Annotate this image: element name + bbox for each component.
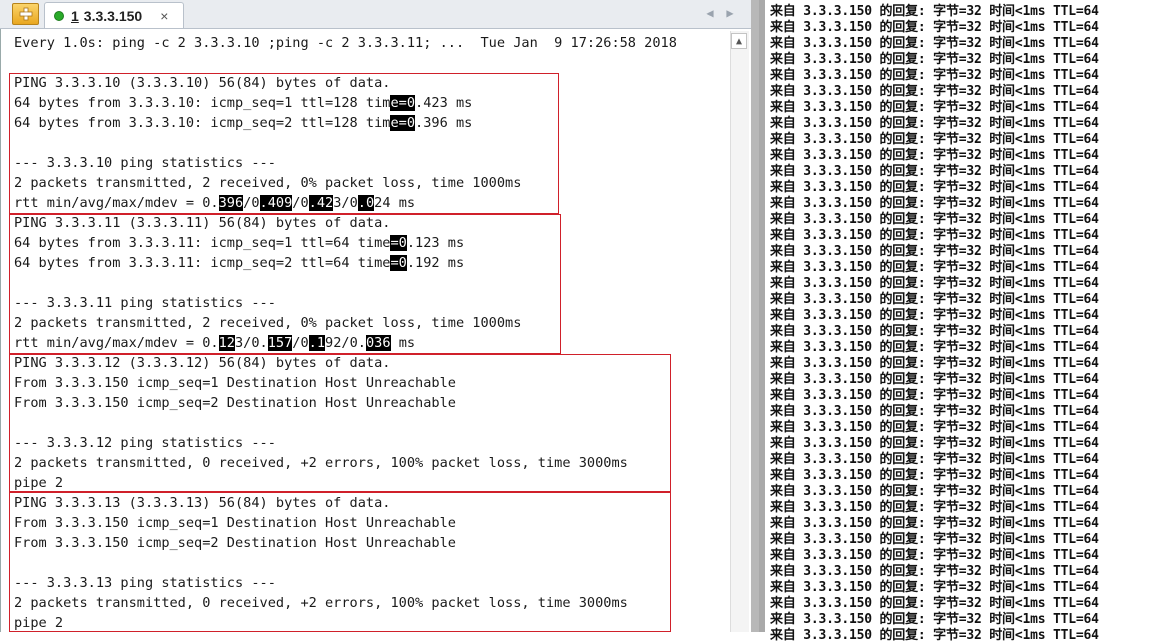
terminal-window: 1 3.3.3.150 × ◀ ▶ ▲ Every 1.0s: ping -c … <box>0 0 752 632</box>
close-icon[interactable]: × <box>160 8 168 24</box>
console-reply-line: 来自 3.3.3.150 的回复: 字节=32 时间<1ms TTL=64 <box>770 132 1099 147</box>
console-reply-line: 来自 3.3.3.150 的回复: 字节=32 时间<1ms TTL=64 <box>770 500 1099 515</box>
console-reply-line: 来自 3.3.3.150 的回复: 字节=32 时间<1ms TTL=64 <box>770 340 1099 355</box>
console-reply-line: 来自 3.3.3.150 的回复: 字节=32 时间<1ms TTL=64 <box>770 308 1099 323</box>
console-reply-line: 来自 3.3.3.150 的回复: 字节=32 时间<1ms TTL=64 <box>770 484 1099 499</box>
console-reply-line: 来自 3.3.3.150 的回复: 字节=32 时间<1ms TTL=64 <box>770 148 1099 163</box>
highlight-box-3-3-3-12 <box>9 354 671 492</box>
highlight-box-3-3-3-10 <box>9 73 559 214</box>
new-tab-button[interactable] <box>12 3 39 25</box>
console-reply-line: 来自 3.3.3.150 的回复: 字节=32 时间<1ms TTL=64 <box>770 420 1099 435</box>
console-reply-line: 来自 3.3.3.150 的回复: 字节=32 时间<1ms TTL=64 <box>770 404 1099 419</box>
watch-header: Every 1.0s: ping -c 2 3.3.3.10 ;ping -c … <box>14 35 677 51</box>
tab-session[interactable]: 1 3.3.3.150 × <box>44 2 184 28</box>
highlight-box-3-3-3-13 <box>9 492 671 632</box>
pane-divider[interactable] <box>751 0 759 632</box>
console-reply-line: 来自 3.3.3.150 的回复: 字节=32 时间<1ms TTL=64 <box>770 612 1099 627</box>
console-reply-line: 来自 3.3.3.150 的回复: 字节=32 时间<1ms TTL=64 <box>770 68 1099 83</box>
connection-status-icon <box>54 10 64 21</box>
console-reply-line: 来自 3.3.3.150 的回复: 字节=32 时间<1ms TTL=64 <box>770 4 1099 19</box>
console-reply-line: 来自 3.3.3.150 的回复: 字节=32 时间<1ms TTL=64 <box>770 276 1099 291</box>
scroll-up-icon[interactable]: ▲ <box>731 33 747 49</box>
console-reply-line: 来自 3.3.3.150 的回复: 字节=32 时间<1ms TTL=64 <box>770 628 1099 643</box>
console-reply-line: 来自 3.3.3.150 的回复: 字节=32 时间<1ms TTL=64 <box>770 548 1099 563</box>
console-reply-line: 来自 3.3.3.150 的回复: 字节=32 时间<1ms TTL=64 <box>770 516 1099 531</box>
console-reply-line: 来自 3.3.3.150 的回复: 字节=32 时间<1ms TTL=64 <box>770 596 1099 611</box>
console-scrollbar[interactable] <box>759 0 765 632</box>
console-reply-line: 来自 3.3.3.150 的回复: 字节=32 时间<1ms TTL=64 <box>770 468 1099 483</box>
console-reply-line: 来自 3.3.3.150 的回复: 字节=32 时间<1ms TTL=64 <box>770 436 1099 451</box>
console-reply-line: 来自 3.3.3.150 的回复: 字节=32 时间<1ms TTL=64 <box>770 180 1099 195</box>
console-reply-line: 来自 3.3.3.150 的回复: 字节=32 时间<1ms TTL=64 <box>770 532 1099 547</box>
tab-scroll-buttons: ◀ ▶ <box>700 3 740 23</box>
console-reply-line: 来自 3.3.3.150 的回复: 字节=32 时间<1ms TTL=64 <box>770 52 1099 67</box>
console-reply-line: 来自 3.3.3.150 的回复: 字节=32 时间<1ms TTL=64 <box>770 20 1099 35</box>
highlight-box-3-3-3-11 <box>9 214 561 354</box>
console-reply-line: 来自 3.3.3.150 的回复: 字节=32 时间<1ms TTL=64 <box>770 36 1099 51</box>
tab-title: 3.3.3.150 <box>83 7 143 24</box>
tab-scroll-left-icon[interactable]: ◀ <box>706 6 713 20</box>
console-reply-line: 来自 3.3.3.150 的回复: 字节=32 时间<1ms TTL=64 <box>770 84 1099 99</box>
console-reply-line: 来自 3.3.3.150 的回复: 字节=32 时间<1ms TTL=64 <box>770 164 1099 179</box>
console-reply-line: 来自 3.3.3.150 的回复: 字节=32 时间<1ms TTL=64 <box>770 100 1099 115</box>
console-reply-line: 来自 3.3.3.150 的回复: 字节=32 时间<1ms TTL=64 <box>770 116 1099 131</box>
console-reply-line: 来自 3.3.3.150 的回复: 字节=32 时间<1ms TTL=64 <box>770 212 1099 227</box>
plus-icon <box>19 7 32 21</box>
console-reply-line: 来自 3.3.3.150 的回复: 字节=32 时间<1ms TTL=64 <box>770 196 1099 211</box>
console-reply-line: 来自 3.3.3.150 的回复: 字节=32 时间<1ms TTL=64 <box>770 324 1099 339</box>
console-reply-line: 来自 3.3.3.150 的回复: 字节=32 时间<1ms TTL=64 <box>770 564 1099 579</box>
console-reply-line: 来自 3.3.3.150 的回复: 字节=32 时间<1ms TTL=64 <box>770 580 1099 595</box>
console-reply-line: 来自 3.3.3.150 的回复: 字节=32 时间<1ms TTL=64 <box>770 372 1099 387</box>
console-reply-line: 来自 3.3.3.150 的回复: 字节=32 时间<1ms TTL=64 <box>770 260 1099 275</box>
tab-bar: 1 3.3.3.150 × ◀ ▶ <box>0 0 751 29</box>
terminal-scrollbar[interactable] <box>730 31 749 632</box>
console-reply-line: 来自 3.3.3.150 的回复: 字节=32 时间<1ms TTL=64 <box>770 452 1099 467</box>
console-reply-line: 来自 3.3.3.150 的回复: 字节=32 时间<1ms TTL=64 <box>770 292 1099 307</box>
console-reply-line: 来自 3.3.3.150 的回复: 字节=32 时间<1ms TTL=64 <box>770 388 1099 403</box>
console-reply-line: 来自 3.3.3.150 的回复: 字节=32 时间<1ms TTL=64 <box>770 228 1099 243</box>
tab-index: 1 <box>71 7 79 24</box>
console-reply-line: 来自 3.3.3.150 的回复: 字节=32 时间<1ms TTL=64 <box>770 356 1099 371</box>
console-reply-line: 来自 3.3.3.150 的回复: 字节=32 时间<1ms TTL=64 <box>770 244 1099 259</box>
tab-scroll-right-icon[interactable]: ▶ <box>726 6 733 20</box>
